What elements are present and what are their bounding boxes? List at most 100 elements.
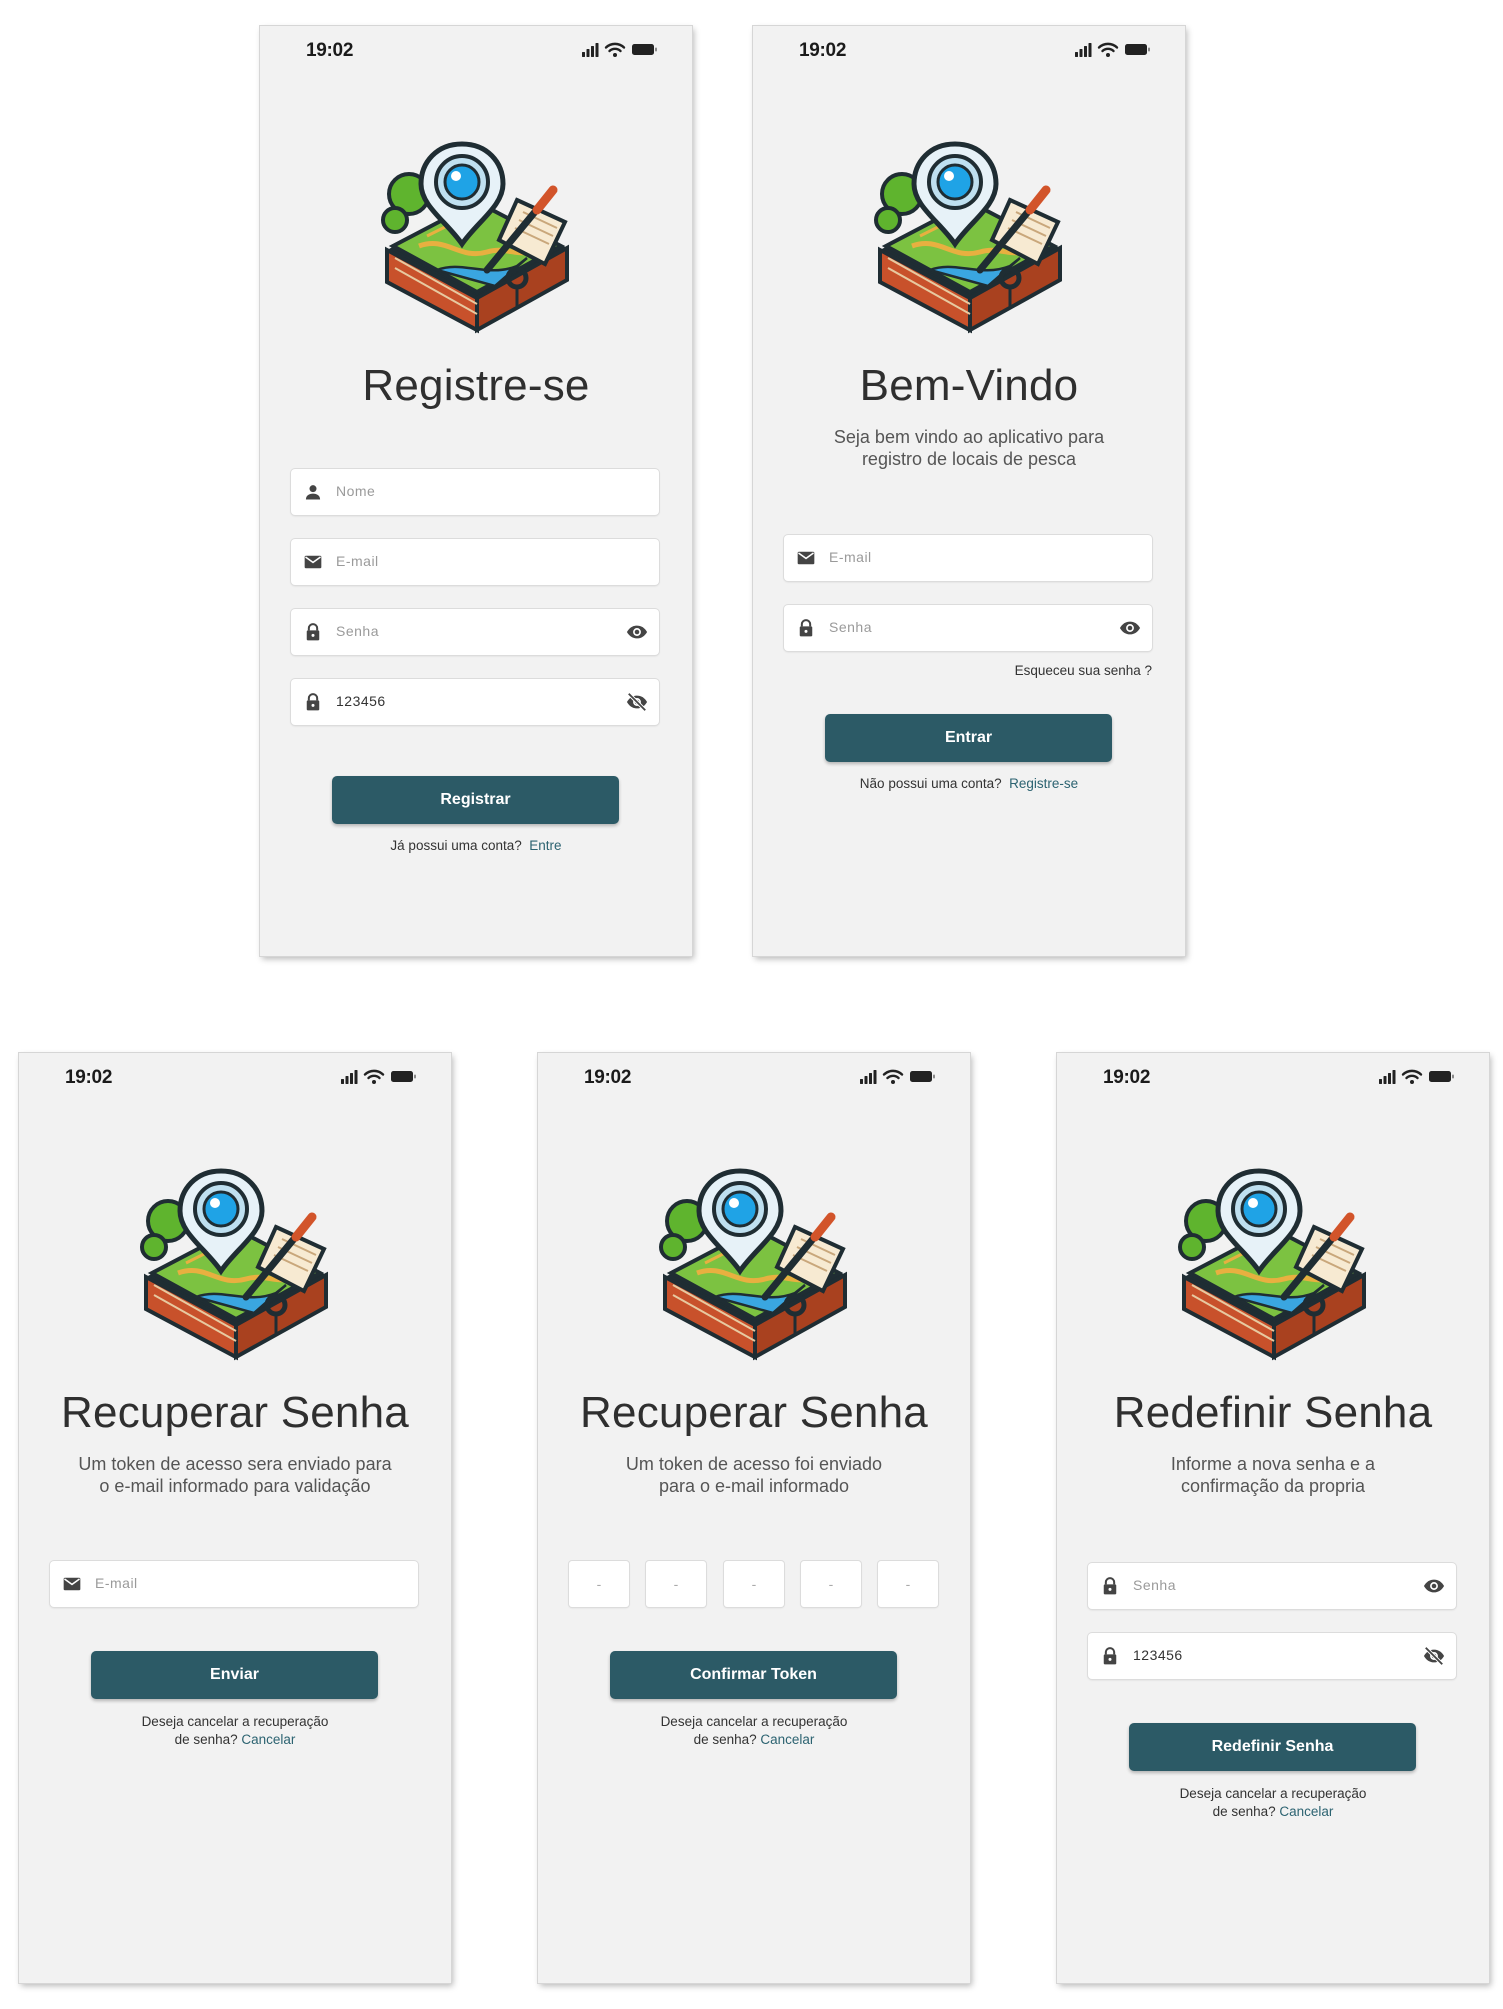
cancel-link[interactable]: Cancelar	[760, 1732, 814, 1747]
cancel-prompt: Deseja cancelar a recuperação de senha? …	[538, 1713, 970, 1749]
eye-off-icon[interactable]	[625, 691, 649, 713]
token-digit-input[interactable]: -	[878, 1561, 938, 1607]
subtitle-line: o e-mail informado para validação	[99, 1476, 371, 1496]
login-prompt: Já possui uma conta? Entre	[260, 837, 692, 855]
token-digit-input[interactable]: -	[646, 1561, 706, 1607]
confirm-password-field[interactable]: 123456	[291, 679, 659, 725]
subtitle-line: confirmação da propria	[1180, 1476, 1366, 1496]
page-title: Recuperar Senha	[61, 1388, 409, 1437]
login-screen: 19:02 Bem-Vindo Seja bem vindo ao aplica…	[753, 26, 1185, 956]
cancel-link[interactable]: Cancelar	[241, 1732, 295, 1747]
login-link[interactable]: Entre	[529, 838, 561, 853]
register-prompt-text: Não possui uma conta?	[859, 776, 1002, 791]
cancel-prompt-text: de senha?	[1212, 1804, 1276, 1819]
signal-wifi-battery-icon	[341, 1068, 417, 1086]
password-field[interactable]: Senha	[784, 605, 1152, 651]
lock-icon	[303, 622, 323, 642]
subtitle-line: Um token de acesso sera enviado para	[78, 1454, 392, 1474]
subtitle-line: Informe a nova senha e a	[1170, 1454, 1376, 1474]
app-logo	[126, 1167, 342, 1363]
app-logo	[367, 140, 583, 336]
status-bar: 19:02	[19, 1053, 451, 1103]
send-button[interactable]: Enviar	[91, 1651, 378, 1699]
confirm-token-button[interactable]: Confirmar Token	[610, 1651, 897, 1699]
register-screen: 19:02 Registre-se Nome E-mail Senha 1234…	[260, 26, 692, 956]
password-field[interactable]: Senha	[291, 609, 659, 655]
signal-wifi-battery-icon	[860, 1068, 936, 1086]
subtitle-line: registro de locais de pesca	[861, 449, 1077, 469]
login-prompt-text: Já possui uma conta?	[390, 838, 522, 853]
eye-icon[interactable]	[1422, 1575, 1446, 1597]
new-password-field[interactable]: Senha	[1088, 1563, 1456, 1609]
recover-password-screen: 19:02 Recuperar Senha Um token de acesso…	[19, 1053, 451, 1983]
mail-icon	[62, 1574, 82, 1594]
app-logo	[645, 1167, 861, 1363]
status-bar: 19:02	[260, 26, 692, 76]
page-title: Bem-Vindo	[859, 361, 1079, 410]
signal-wifi-battery-icon	[582, 41, 658, 59]
password-placeholder: Senha	[1133, 1577, 1176, 1593]
page-title: Registre-se	[362, 361, 590, 410]
cancel-prompt-line2: de senha? Cancelar	[538, 1731, 970, 1749]
signal-wifi-battery-icon	[1075, 41, 1151, 59]
cancel-prompt: Deseja cancelar a recuperação de senha? …	[1057, 1785, 1489, 1821]
lock-icon	[796, 618, 816, 638]
mail-icon	[796, 548, 816, 568]
register-prompt: Não possui uma conta? Registre-se	[753, 775, 1185, 793]
subtitle-line: Seja bem vindo ao aplicativo para	[833, 427, 1105, 447]
eye-off-icon[interactable]	[1422, 1645, 1446, 1667]
register-button[interactable]: Registrar	[332, 776, 619, 824]
token-digit-input[interactable]: -	[801, 1561, 861, 1607]
forgot-password-link[interactable]: Esqueceu sua senha ?	[1015, 663, 1152, 678]
email-placeholder: E-mail	[336, 553, 379, 569]
mail-icon	[303, 552, 323, 572]
email-placeholder: E-mail	[829, 549, 872, 565]
reset-password-button[interactable]: Redefinir Senha	[1129, 1723, 1416, 1771]
register-link[interactable]: Registre-se	[1009, 776, 1078, 791]
status-bar: 19:02	[538, 1053, 970, 1103]
app-logo	[1164, 1167, 1380, 1363]
lock-icon	[1100, 1646, 1120, 1666]
page-subtitle: Um token de acesso sera enviado para o e…	[49, 1453, 421, 1497]
cancel-link[interactable]: Cancelar	[1279, 1804, 1333, 1819]
status-bar: 19:02	[1057, 1053, 1489, 1103]
subtitle-line: para o e-mail informado	[658, 1476, 850, 1496]
password-placeholder: Senha	[336, 623, 379, 639]
email-field[interactable]: E-mail	[784, 535, 1152, 581]
reset-password-screen: 19:02 Redefinir Senha Informe a nova sen…	[1057, 1053, 1489, 1983]
cancel-prompt-line2: de senha? Cancelar	[19, 1731, 451, 1749]
confirm-password-field[interactable]: 123456	[1088, 1633, 1456, 1679]
eye-icon[interactable]	[1118, 617, 1142, 639]
cancel-prompt-text: de senha?	[174, 1732, 238, 1747]
page-title: Redefinir Senha	[1113, 1388, 1433, 1437]
email-field[interactable]: E-mail	[291, 539, 659, 585]
eye-icon[interactable]	[625, 621, 649, 643]
status-time: 19:02	[65, 1067, 113, 1088]
cancel-prompt-line: Deseja cancelar a recuperação	[1179, 1786, 1367, 1801]
status-time: 19:02	[1103, 1067, 1151, 1088]
subtitle-line: Um token de acesso foi enviado	[625, 1454, 883, 1474]
user-icon	[303, 482, 323, 502]
name-field[interactable]: Nome	[291, 469, 659, 515]
signal-wifi-battery-icon	[1379, 1068, 1455, 1086]
page-subtitle: Um token de acesso foi enviado para o e-…	[568, 1453, 940, 1497]
status-bar: 19:02	[753, 26, 1185, 76]
email-placeholder: E-mail	[95, 1575, 138, 1591]
cancel-prompt-line: Deseja cancelar a recuperação	[141, 1714, 329, 1729]
cancel-prompt-line: Deseja cancelar a recuperação	[660, 1714, 848, 1729]
login-button[interactable]: Entrar	[825, 714, 1112, 762]
token-screen: 19:02 Recuperar Senha Um token de acesso…	[538, 1053, 970, 1983]
token-digit-input[interactable]: -	[569, 1561, 629, 1607]
cancel-prompt-text: de senha?	[693, 1732, 757, 1747]
email-field[interactable]: E-mail	[50, 1561, 418, 1607]
name-placeholder: Nome	[336, 483, 376, 499]
confirm-password-value: 123456	[1133, 1647, 1183, 1663]
token-digit-input[interactable]: -	[724, 1561, 784, 1607]
page-title: Recuperar Senha	[580, 1388, 928, 1437]
page-subtitle: Seja bem vindo ao aplicativo para regist…	[783, 426, 1155, 470]
status-time: 19:02	[306, 40, 354, 61]
status-time: 19:02	[584, 1067, 632, 1088]
cancel-prompt-line2: de senha? Cancelar	[1057, 1803, 1489, 1821]
lock-icon	[1100, 1576, 1120, 1596]
page-subtitle: Informe a nova senha e a confirmação da …	[1087, 1453, 1459, 1497]
